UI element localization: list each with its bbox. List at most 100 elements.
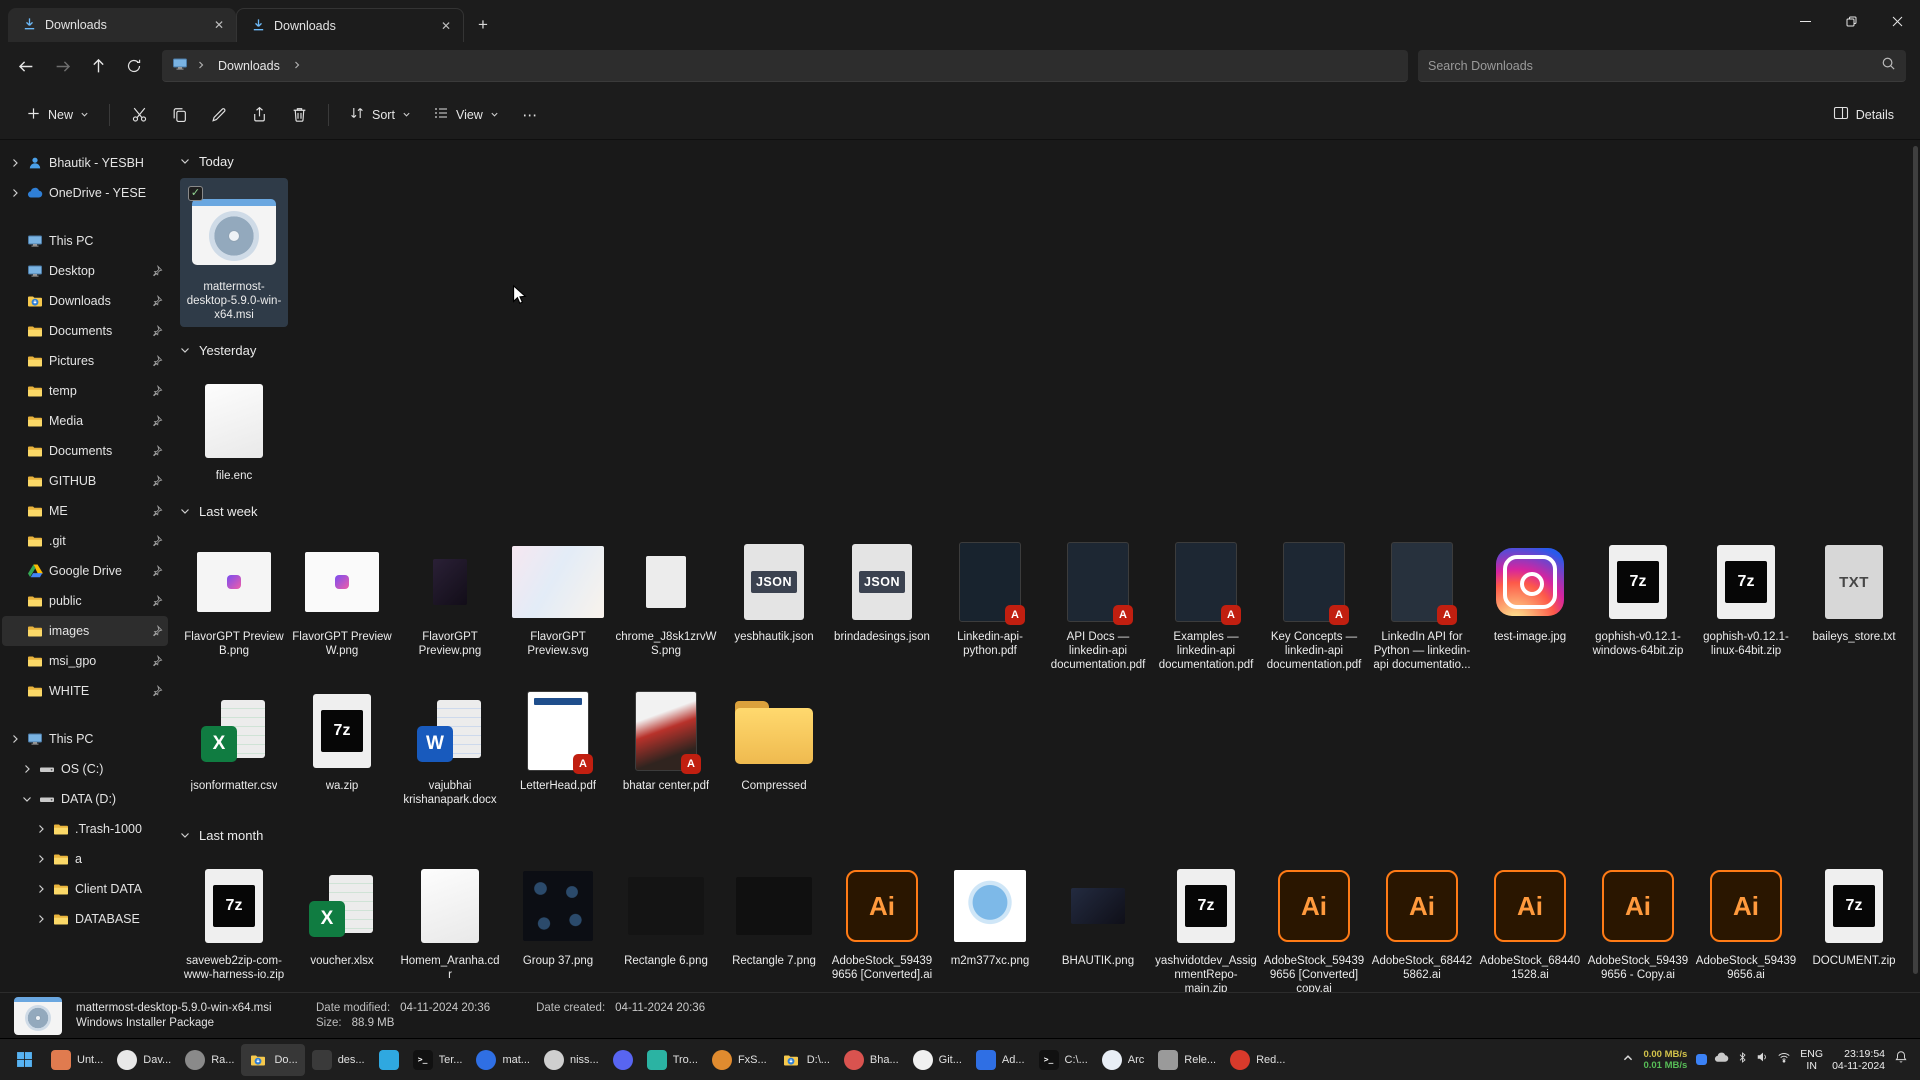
file-tile-test-image-jpg[interactable]: test-image.jpg (1476, 528, 1584, 649)
chevron-right-icon[interactable] (8, 188, 21, 198)
view-button[interactable]: View (423, 98, 509, 132)
chevron-right-icon[interactable] (34, 854, 47, 864)
forward-button[interactable] (44, 50, 80, 82)
file-tile-adobestock-684401528-ai[interactable]: AiAdobeStock_684401528.ai (1476, 852, 1584, 987)
file-tile-bhautik-png[interactable]: BHAUTIK.png (1044, 852, 1152, 973)
cut-button[interactable] (120, 98, 158, 132)
language-indicator[interactable]: ENG IN (1800, 1048, 1823, 1072)
taskbar-app-bhautik[interactable]: Bha... (837, 1044, 906, 1076)
more-options-button[interactable]: ⋯ (511, 98, 549, 132)
file-tile-homem-aranha-cdr[interactable]: Homem_Aranha.cdr (396, 852, 504, 987)
tray-app-icon[interactable] (1696, 1054, 1707, 1065)
file-tile-wa-zip[interactable]: 7zwa.zip (288, 677, 396, 798)
refresh-button[interactable] (116, 50, 152, 82)
file-tile-yashvidotdev-assignmentrepo-main-zip[interactable]: 7zyashvidotdev_AssignmentRepo-main.zip (1152, 852, 1260, 992)
maximize-button[interactable] (1828, 0, 1874, 42)
notification-bell-icon[interactable] (1894, 1050, 1908, 1069)
taskbar-app-design[interactable]: des... (305, 1044, 372, 1076)
address-bar[interactable]: Downloads (162, 50, 1408, 82)
sidebar-item-desktop[interactable]: Desktop (2, 256, 168, 286)
rename-button[interactable] (200, 98, 238, 132)
file-tile-api-docs-linkedin-api-documentation-pdf[interactable]: AAPI Docs — linkedin-api documentation.p… (1044, 528, 1152, 677)
chevron-right-icon[interactable] (20, 764, 33, 774)
file-tile-adobestock-594399656-converted-copy-ai[interactable]: AiAdobeStock_594399656 [Converted] copy.… (1260, 852, 1368, 992)
back-button[interactable] (8, 50, 44, 82)
file-tile-gophish-v0-12-1-windows-64bit-zip[interactable]: 7zgophish-v0.12.1-windows-64bit.zip (1584, 528, 1692, 663)
network-speed-widget[interactable]: 0.00 MB/s 0.01 MB/s (1643, 1049, 1687, 1071)
taskbar-app-nissan[interactable]: niss... (537, 1044, 606, 1076)
file-tile-file-enc[interactable]: file.enc (180, 367, 288, 488)
file-tile-flavorgpt-preview-b-png[interactable]: FlavorGPT Preview B.png (180, 528, 288, 663)
new-tab-button[interactable]: + (468, 11, 498, 39)
taskbar-app-explorer[interactable]: Do... (241, 1044, 304, 1076)
scrollbar-thumb[interactable] (1913, 146, 1918, 974)
copy-button[interactable] (160, 98, 198, 132)
file-tile-letterhead-pdf[interactable]: ALetterHead.pdf (504, 677, 612, 798)
taskbar-app-mattermost[interactable]: mat... (469, 1044, 537, 1076)
file-tile-flavorgpt-preview-png[interactable]: FlavorGPT Preview.png (396, 528, 504, 663)
file-tile-flavorgpt-preview-w-png[interactable]: FlavorGPT Preview W.png (288, 528, 396, 663)
chevron-down-icon[interactable] (20, 794, 33, 804)
sidebar-item-documents[interactable]: Documents (2, 316, 168, 346)
breadcrumb-item[interactable]: Downloads (214, 57, 284, 75)
sidebar-item-downloads[interactable]: Downloads (2, 286, 168, 316)
file-tile-flavorgpt-preview-svg[interactable]: FlavorGPT Preview.svg (504, 528, 612, 663)
sidebar-item-temp[interactable]: temp (2, 376, 168, 406)
details-pane-button[interactable]: Details (1823, 98, 1904, 132)
file-tile-mattermost-desktop-5-9-0-win-x64-msi[interactable]: ✓mattermost-desktop-5.9.0-win-x64.msi (180, 178, 288, 327)
bluetooth-icon[interactable] (1736, 1051, 1749, 1069)
start-button[interactable] (4, 1043, 44, 1077)
taskbar-app-github[interactable]: Git... (906, 1044, 969, 1076)
sidebar-item-google-drive[interactable]: Google Drive (2, 556, 168, 586)
sidebar-item-os-c[interactable]: OS (C:) (2, 754, 168, 784)
tab-close-icon[interactable]: ✕ (437, 17, 455, 35)
up-button[interactable] (80, 50, 116, 82)
file-tile-adobestock-594399656-converted-ai[interactable]: AiAdobeStock_594399656 [Converted].ai (828, 852, 936, 987)
file-tile-jsonformatter-csv[interactable]: Xjsonformatter.csv (180, 677, 288, 798)
file-tile-key-concepts-linkedin-api-documentation-pdf[interactable]: AKey Concepts — linkedin-api documentati… (1260, 528, 1368, 677)
sidebar-item-media[interactable]: Media (2, 406, 168, 436)
chevron-right-icon[interactable] (8, 734, 21, 744)
taskbar-app-untitled[interactable]: Unt... (44, 1044, 110, 1076)
taskbar-app-cmd[interactable]: >_C:\... (1032, 1044, 1095, 1076)
file-tile-linkedin-api-python-pdf[interactable]: ALinkedin-api-python.pdf (936, 528, 1044, 663)
file-tile-rectangle-6-png[interactable]: Rectangle 6.png (612, 852, 720, 973)
file-tile-rectangle-7-png[interactable]: Rectangle 7.png (720, 852, 828, 973)
sidebar-item-github[interactable]: GITHUB (2, 466, 168, 496)
file-tile-adobestock-594399656-ai[interactable]: AiAdobeStock_594399656.ai (1692, 852, 1800, 987)
sidebar-item-database[interactable]: DATABASE (2, 904, 168, 934)
taskbar-app-adobe[interactable]: Ad... (969, 1044, 1032, 1076)
taskbar-app-rainmeter[interactable]: Ra... (178, 1044, 241, 1076)
group-header[interactable]: Last month (180, 820, 1916, 850)
search-input[interactable] (1428, 59, 1881, 73)
taskbar-app-discord[interactable] (606, 1044, 640, 1076)
file-tile-brindadesings-json[interactable]: JSONbrindadesings.json (828, 528, 936, 649)
tab-close-icon[interactable]: ✕ (210, 16, 228, 34)
file-tile-saveweb2zip-com-www-harness-io-zip[interactable]: 7zsaveweb2zip-com-www-harness-io.zip (180, 852, 288, 987)
sidebar-item-pictures[interactable]: Pictures (2, 346, 168, 376)
share-button[interactable] (240, 98, 278, 132)
sidebar-item-onedrive-yese[interactable]: OneDrive - YESE (2, 178, 168, 208)
taskbar-app-arc[interactable]: Arc (1095, 1044, 1152, 1076)
chevron-right-icon[interactable] (34, 914, 47, 924)
sidebar-item-bhautik-yesbh[interactable]: Bhautik - YESBH (2, 148, 168, 178)
file-tile-voucher-xlsx[interactable]: Xvoucher.xlsx (288, 852, 396, 973)
group-header[interactable]: Yesterday (180, 335, 1916, 365)
close-button[interactable] (1874, 0, 1920, 42)
taskbar-app-trello[interactable]: Tro... (640, 1044, 705, 1076)
hidden-icons-chevron[interactable] (1622, 1051, 1634, 1069)
taskbar-app-davinci[interactable]: Dav... (110, 1044, 178, 1076)
file-tile-linkedin-api-for-python-linkedin-api-documentatio[interactable]: ALinkedIn API for Python — linkedin-api … (1368, 528, 1476, 677)
file-tile-adobestock-594399656-copy-ai[interactable]: AiAdobeStock_594399656 - Copy.ai (1584, 852, 1692, 987)
sidebar-item-trash-1000[interactable]: .Trash-1000 (2, 814, 168, 844)
checkbox-checked-icon[interactable]: ✓ (188, 186, 203, 201)
file-tile-adobestock-684425862-ai[interactable]: AiAdobeStock_684425862.ai (1368, 852, 1476, 987)
sidebar-item-msi-gpo[interactable]: msi_gpo (2, 646, 168, 676)
file-tile-vajubhai-krishanapark-docx[interactable]: Wvajubhai krishanapark.docx (396, 677, 504, 812)
file-tile-yesbhautik-json[interactable]: JSONyesbhautik.json (720, 528, 828, 649)
sidebar-item-this-pc[interactable]: This PC (2, 226, 168, 256)
file-tile-examples-linkedin-api-documentation-pdf[interactable]: AExamples — linkedin-api documentation.p… (1152, 528, 1260, 677)
sidebar-item-client-data[interactable]: Client DATA (2, 874, 168, 904)
taskbar-app-fxsound[interactable]: FxS... (705, 1044, 774, 1076)
file-tile-group-37-png[interactable]: Group 37.png (504, 852, 612, 973)
